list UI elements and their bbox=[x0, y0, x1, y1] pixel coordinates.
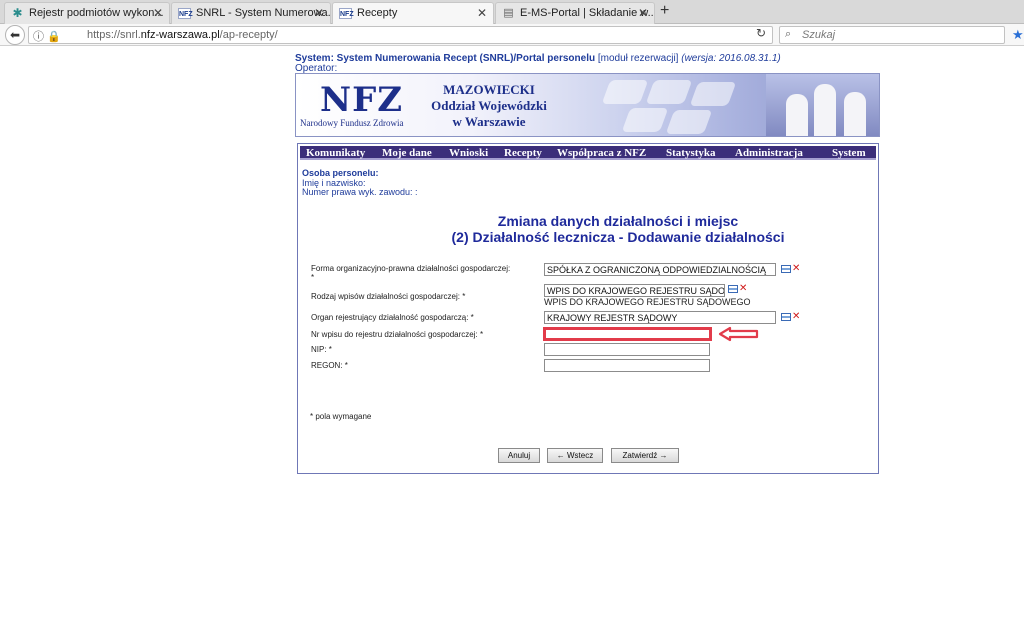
menu-item-recepty[interactable]: Recepty bbox=[504, 147, 542, 159]
close-icon[interactable]: ✕ bbox=[638, 6, 648, 20]
close-icon[interactable]: ✕ bbox=[477, 6, 487, 20]
tab-title: Rejestr podmiotów wykon... bbox=[29, 7, 164, 19]
page-subtitle: (2) Działalność lecznicza - Dodawanie dz… bbox=[451, 229, 785, 245]
menu-item-moje-dane[interactable]: Moje dane bbox=[382, 147, 432, 159]
rodzaj-selected-text: WPIS DO KRAJOWEGO REJESTRU SĄDOWEGO bbox=[544, 297, 751, 307]
medical-staff-graphic bbox=[766, 74, 879, 136]
branch-name: MAZOWIECKI Oddział Wojewódzki w Warszawi… bbox=[431, 82, 547, 129]
browser-tab-bar: ✱ Rejestr podmiotów wykon... ✕ NFZ SNRL … bbox=[0, 0, 1024, 25]
address-bar[interactable]: ⓘ 🔒 https://snrl.nfz-warszawa.pl/ap-rece… bbox=[28, 26, 773, 44]
rodzaj-field[interactable]: WPIS DO KRAJOWEGO REJESTRU SĄDOWEGO bbox=[544, 284, 725, 297]
nfz-logo: NFZ bbox=[320, 80, 404, 120]
browser-nav-bar: ⬅ ⓘ 🔒 https://snrl.nfz-warszawa.pl/ap-re… bbox=[0, 24, 1024, 46]
confirm-button[interactable]: Zatwierdź → bbox=[611, 448, 679, 463]
search-icon: ⌕ bbox=[785, 28, 792, 40]
search-placeholder: Szukaj bbox=[802, 29, 836, 41]
regon-label: REGON: * bbox=[311, 361, 348, 370]
version-label: (wersja: 2016.08.31.1) bbox=[681, 53, 781, 64]
nfz-icon: NFZ bbox=[178, 8, 193, 19]
site-info-icons[interactable]: ⓘ 🔒 bbox=[33, 28, 61, 44]
nfz-icon: NFZ bbox=[339, 8, 354, 19]
nip-input[interactable] bbox=[544, 343, 710, 356]
close-icon[interactable]: ✕ bbox=[314, 6, 324, 20]
person-license-label: Numer prawa wyk. zawodu: : bbox=[302, 187, 418, 197]
dictionary-icon[interactable] bbox=[781, 313, 791, 321]
main-panel: Komunikaty Moje dane Wnioski Recepty Wsp… bbox=[297, 143, 879, 474]
nfz-banner: NFZ Narodowy Fundusz Zdrowia MAZOWIECKI … bbox=[295, 73, 880, 137]
menu-item-komunikaty[interactable]: Komunikaty bbox=[306, 147, 365, 159]
tab-title: E-MS-Portal | Składanie w... bbox=[520, 7, 655, 19]
clear-x-icon[interactable]: ✕ bbox=[792, 312, 800, 322]
forma-required-star: * bbox=[311, 273, 315, 282]
nr-wpisu-label: Nr wpisu do rejestru działalności gospod… bbox=[311, 330, 484, 339]
menu-item-wnioski[interactable]: Wnioski bbox=[449, 147, 488, 159]
gear-icon: ✱ bbox=[12, 6, 23, 20]
back-arrow-icon[interactable]: ⬅ bbox=[5, 25, 25, 45]
clear-x-icon[interactable]: ✕ bbox=[792, 264, 800, 274]
cancel-button[interactable]: Anuluj bbox=[498, 448, 540, 463]
system-header: System: System Numerowania Recept (SNRL)… bbox=[295, 53, 781, 64]
lock-icon: 🔒 bbox=[47, 31, 61, 43]
regon-input[interactable] bbox=[544, 359, 710, 372]
new-tab-button[interactable]: + bbox=[660, 2, 669, 20]
menu-item-system[interactable]: System bbox=[832, 147, 866, 159]
red-arrow-icon bbox=[718, 326, 759, 342]
module-link[interactable]: [moduł rezerwacji] bbox=[598, 53, 679, 64]
menu-item-wspolpraca[interactable]: Współpraca z NFZ bbox=[557, 147, 646, 159]
required-fields-note: * pola wymagane bbox=[310, 412, 372, 421]
bookmark-star-icon[interactable]: ★ bbox=[1012, 27, 1024, 43]
url-text: https://snrl.nfz-warszawa.pl/ap-recepty/ bbox=[87, 29, 278, 41]
document-icon: ▤ bbox=[503, 7, 514, 19]
reload-icon[interactable]: ↻ bbox=[756, 26, 766, 40]
dictionary-icon[interactable] bbox=[781, 265, 791, 273]
highlight-box bbox=[543, 327, 712, 341]
nip-label: NIP: * bbox=[311, 345, 332, 354]
browser-tab-rejestr[interactable]: ✱ Rejestr podmiotów wykon... ✕ bbox=[4, 2, 170, 24]
tab-title: SNRL - System Numerowa... bbox=[196, 7, 331, 19]
back-button[interactable]: ← Wstecz bbox=[547, 448, 603, 463]
person-heading: Osoba personelu: bbox=[302, 168, 379, 178]
forma-field[interactable]: SPÓŁKA Z OGRANICZONĄ ODPOWIEDZIALNOŚCIĄ bbox=[544, 263, 776, 276]
dictionary-icon[interactable] bbox=[728, 285, 738, 293]
browser-tab-ems[interactable]: ▤ E-MS-Portal | Składanie w... ✕ bbox=[495, 2, 655, 24]
page-title: Zmiana danych działalności i miejsc bbox=[497, 213, 739, 229]
system-label: System: System Numerowania Recept (SNRL)… bbox=[295, 53, 596, 64]
rodzaj-label: Rodzaj wpisów działalności gospodarczej:… bbox=[311, 292, 466, 301]
browser-tab-recepty[interactable]: NFZ Recepty ✕ bbox=[332, 2, 494, 25]
menu-item-statystyka[interactable]: Statystyka bbox=[666, 147, 716, 159]
tab-title: Recepty bbox=[357, 7, 398, 19]
forma-label: Forma organizacyjno-prawna działalności … bbox=[311, 264, 511, 273]
close-icon[interactable]: ✕ bbox=[153, 6, 163, 20]
keyboard-graphic bbox=[566, 74, 766, 136]
organ-label: Organ rejestrujący działalność gospodarc… bbox=[311, 313, 474, 322]
main-menu: Komunikaty Moje dane Wnioski Recepty Wsp… bbox=[300, 146, 876, 160]
clear-x-icon[interactable]: ✕ bbox=[739, 284, 747, 294]
browser-tab-snrl[interactable]: NFZ SNRL - System Numerowa... ✕ bbox=[171, 2, 331, 24]
nfz-logo-subtitle: Narodowy Fundusz Zdrowia bbox=[300, 118, 404, 128]
organ-field[interactable]: KRAJOWY REJESTR SĄDOWY bbox=[544, 311, 776, 324]
menu-item-administracja[interactable]: Administracja bbox=[735, 147, 803, 159]
search-input[interactable]: ⌕ Szukaj bbox=[779, 26, 1005, 44]
